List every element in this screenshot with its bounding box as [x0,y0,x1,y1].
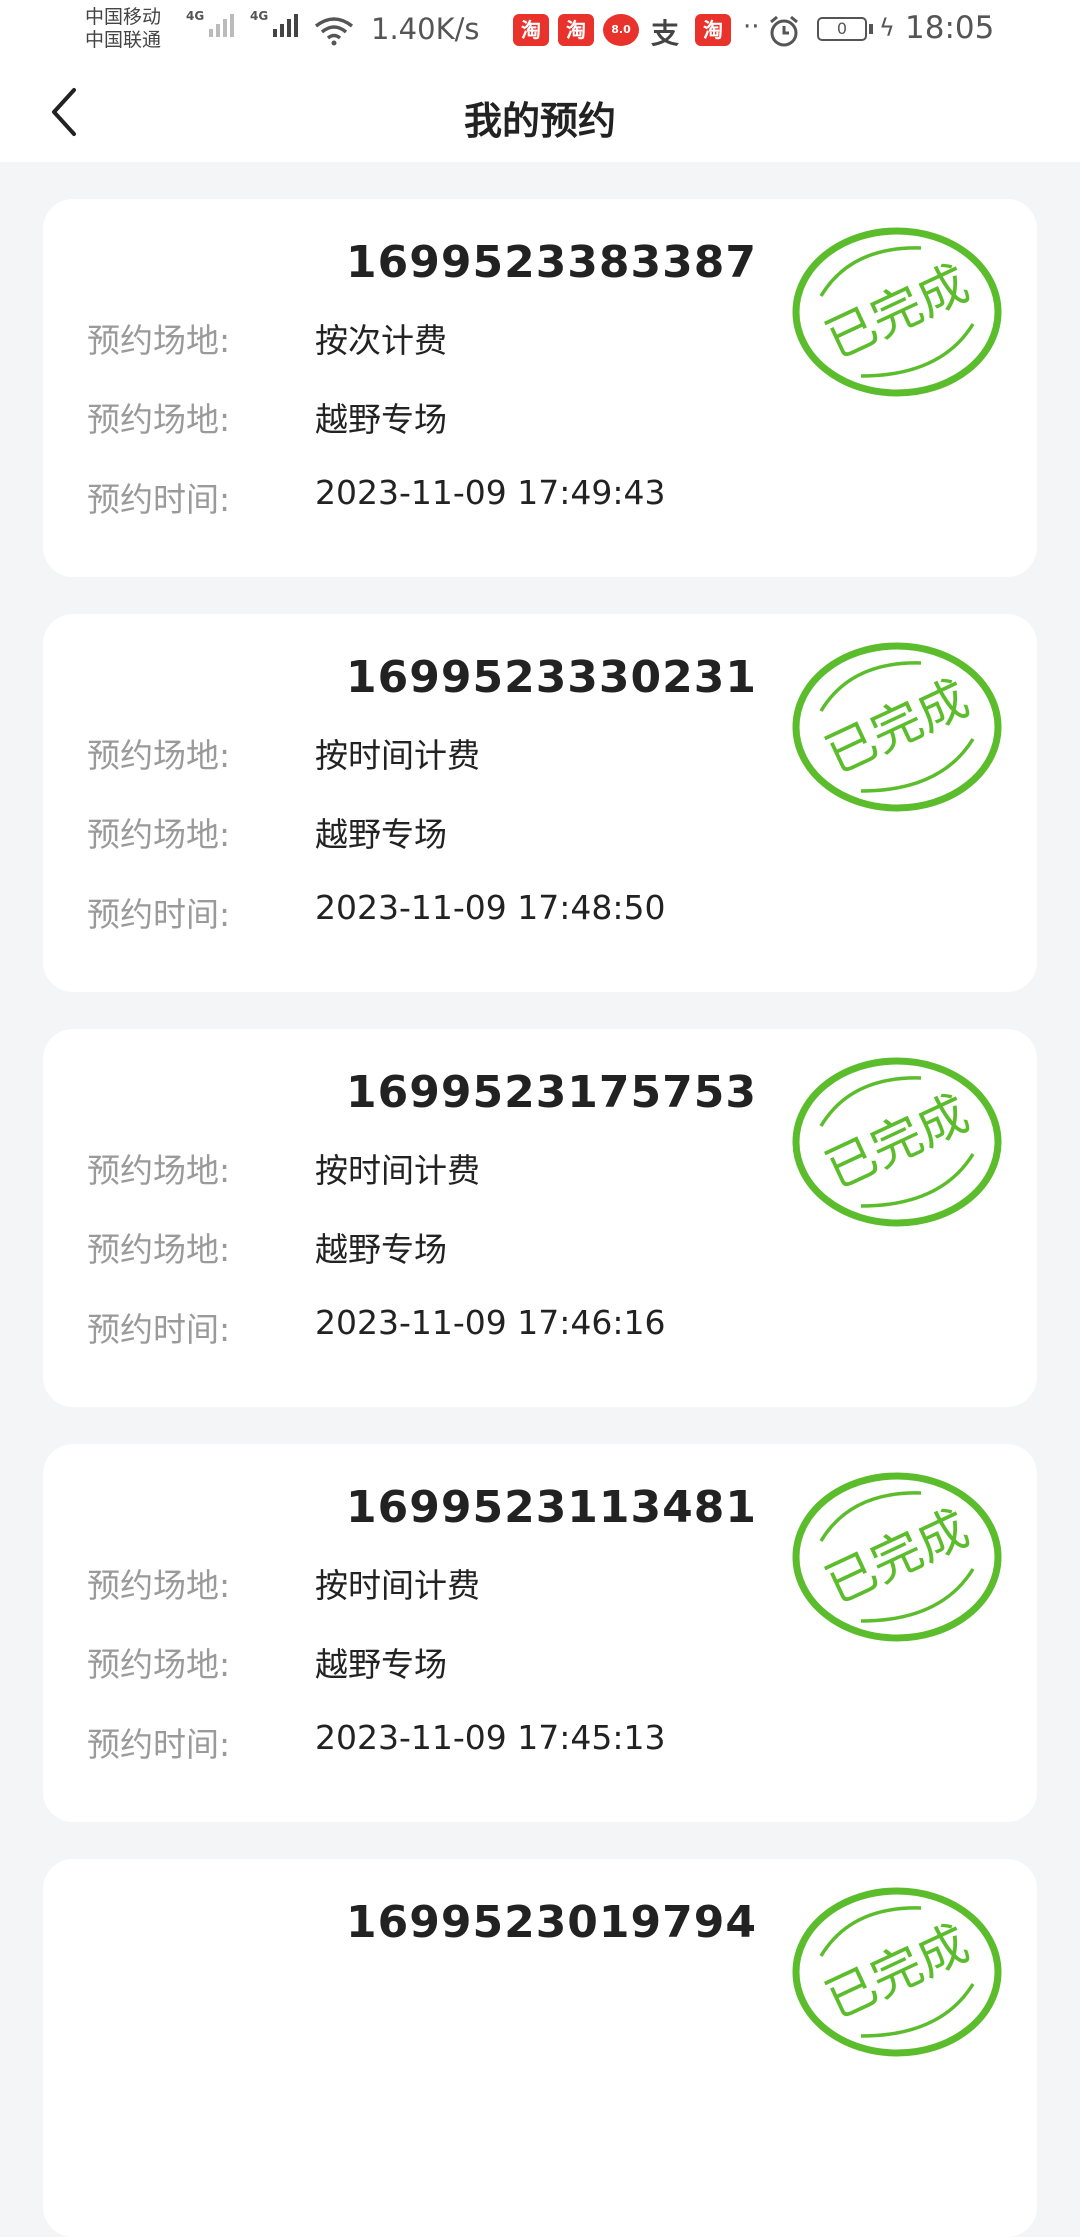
reservation-time: 2023-11-09 17:49:43 [315,473,666,512]
more-notifications-icon: ·· [743,12,760,42]
time-label: 预约时间: [87,480,231,519]
reservation-id: 1699523019794 [346,1897,757,1948]
status-time: 18:05 [905,10,995,46]
battery-tip [869,24,873,34]
venue-name: 越野专场 [315,1645,447,1684]
status-bar: 中国移动 中国联通 4G 4G 1.40K/s 淘 淘 8.0 支 淘 ·· 0… [0,0,1080,62]
alipay-notification-icon: 支 [651,17,680,50]
billing-type: 按次计费 [315,321,447,360]
reservation-card[interactable]: 1699523019794 已完成 [43,1859,1037,2237]
completed-stamp: 已完成 [792,1472,1002,1642]
wifi-icon [314,17,354,46]
battery-icon: 0 [817,17,867,41]
reservation-card[interactable]: 1699523330231 预约场地: 按时间计费 预约场地: 越野专场 预约时… [43,614,1037,992]
network-type-1: 4G [186,9,205,23]
billing-type: 按时间计费 [315,1151,480,1190]
network-type-2: 4G [250,9,269,23]
reservation-time: 2023-11-09 17:48:50 [315,888,666,927]
time-label: 预约时间: [87,1310,231,1349]
venue-label: 预约场地: [87,400,231,439]
network-speed: 1.40K/s [371,12,480,46]
venue-label: 预约场地: [87,1151,231,1190]
venue-label: 预约场地: [87,815,231,854]
taobao-notification-icon: 淘 [695,14,731,46]
venue-label: 预约场地: [87,1230,231,1269]
carrier-2: 中国联通 [85,29,162,51]
reservation-id: 1699523175753 [346,1067,757,1118]
nav-bar: 我的预约 [0,62,1080,162]
reservation-id: 1699523330231 [346,652,757,703]
completed-stamp: 已完成 [792,642,1002,812]
time-label: 预约时间: [87,895,231,934]
completed-stamp: 已完成 [792,1887,1002,2057]
taobao-notification-icon: 淘 [513,14,549,46]
reservation-time: 2023-11-09 17:46:16 [315,1303,666,1342]
reservation-id: 1699523383387 [346,237,757,288]
carrier-1: 中国移动 [85,6,162,28]
page-title: 我的预约 [463,99,616,143]
venue-label: 预约场地: [87,1566,231,1605]
billing-type: 按时间计费 [315,736,480,775]
completed-stamp: 已完成 [792,227,1002,397]
venue-name: 越野专场 [315,400,447,439]
completed-stamp: 已完成 [792,1057,1002,1227]
venue-name: 越野专场 [315,1230,447,1269]
reservation-id: 1699523113481 [346,1482,757,1533]
venue-label: 预约场地: [87,736,231,775]
charging-icon: ϟ [879,14,895,42]
time-label: 预约时间: [87,1725,231,1764]
venue-label: 预约场地: [87,321,231,360]
reservation-card[interactable]: 1699523175753 预约场地: 按时间计费 预约场地: 越野专场 预约时… [43,1029,1037,1407]
taobao-notification-icon: 淘 [558,14,594,46]
reservation-time: 2023-11-09 17:45:13 [315,1718,666,1757]
app-notification-icon: 8.0 [603,14,639,46]
carrier-labels: 中国移动 中国联通 [85,6,161,52]
venue-label: 预约场地: [87,1645,231,1684]
reservation-card[interactable]: 1699523113481 预约场地: 按时间计费 预约场地: 越野专场 预约时… [43,1444,1037,1822]
venue-name: 越野专场 [315,815,447,854]
billing-type: 按时间计费 [315,1566,480,1605]
alarm-icon [770,15,798,47]
signal-icon: 4G [186,9,235,37]
reservation-card[interactable]: 1699523383387 预约场地: 按次计费 预约场地: 越野专场 预约时间… [43,199,1037,577]
signal-icon: 4G [250,9,299,37]
